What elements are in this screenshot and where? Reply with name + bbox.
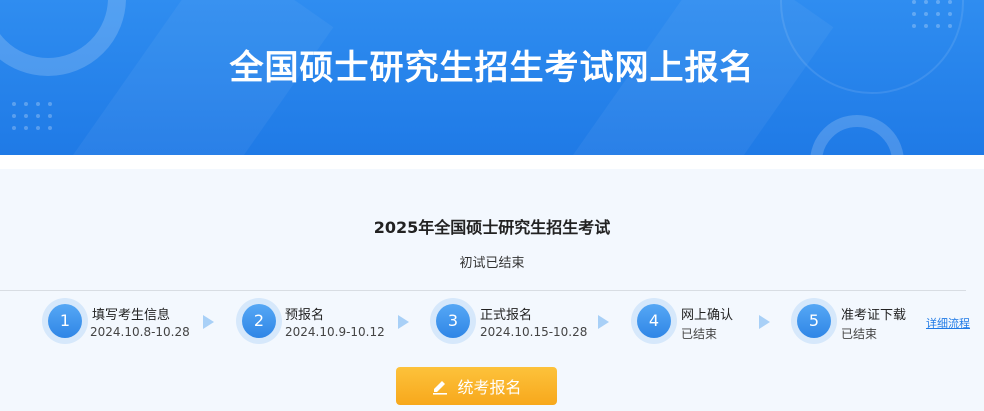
button-label: 统考报名 bbox=[457, 380, 522, 397]
step-name: 预报名 bbox=[285, 308, 325, 323]
decorative-dots bbox=[12, 102, 52, 130]
exam-title: 2025年全国硕士研究生招生考试 bbox=[373, 218, 611, 237]
step-number-badge: 1 bbox=[42, 298, 88, 344]
detailed-process-link[interactable]: 详细流程 bbox=[926, 315, 970, 331]
page-title: 全国硕士研究生招生考试网上报名 bbox=[229, 48, 755, 88]
step-name: 网上确认 bbox=[681, 308, 734, 323]
separator bbox=[0, 155, 984, 169]
step-date: 2024.10.15-10.28 bbox=[480, 325, 588, 339]
step-date: 2024.10.8-10.28 bbox=[90, 325, 190, 339]
arrow-right-icon bbox=[759, 315, 770, 329]
registration-steps: 1 填写考生信息 2024.10.8-10.28 2 预报名 2024.10.9… bbox=[0, 298, 984, 358]
decorative-dots bbox=[912, 0, 952, 28]
arrow-right-icon bbox=[398, 315, 409, 329]
pencil-icon bbox=[433, 381, 448, 395]
step-number-badge: 4 bbox=[631, 298, 677, 344]
exam-panel: 2025年全国硕士研究生招生考试 初试已结束 1 填写考生信息 2024.10.… bbox=[0, 169, 984, 411]
step-date: 2024.10.9-10.12 bbox=[285, 325, 385, 339]
arrow-right-icon bbox=[203, 315, 214, 329]
arrow-right-icon bbox=[598, 315, 609, 329]
step-date: 已结束 bbox=[841, 327, 878, 341]
divider bbox=[0, 290, 966, 291]
decorative-ring bbox=[810, 115, 904, 155]
step-number-badge: 3 bbox=[430, 298, 476, 344]
step-name: 正式报名 bbox=[480, 308, 533, 323]
step-number-badge: 2 bbox=[236, 298, 282, 344]
unified-exam-registration-button[interactable]: 统考报名 bbox=[396, 367, 557, 405]
step-name: 准考证下载 bbox=[841, 308, 907, 323]
exam-status: 初试已结束 bbox=[459, 256, 525, 271]
step-number-badge: 5 bbox=[791, 298, 837, 344]
header-banner: 全国硕士研究生招生考试网上报名 bbox=[0, 0, 984, 155]
step-date: 已结束 bbox=[681, 327, 718, 341]
step-name: 填写考生信息 bbox=[92, 308, 171, 323]
